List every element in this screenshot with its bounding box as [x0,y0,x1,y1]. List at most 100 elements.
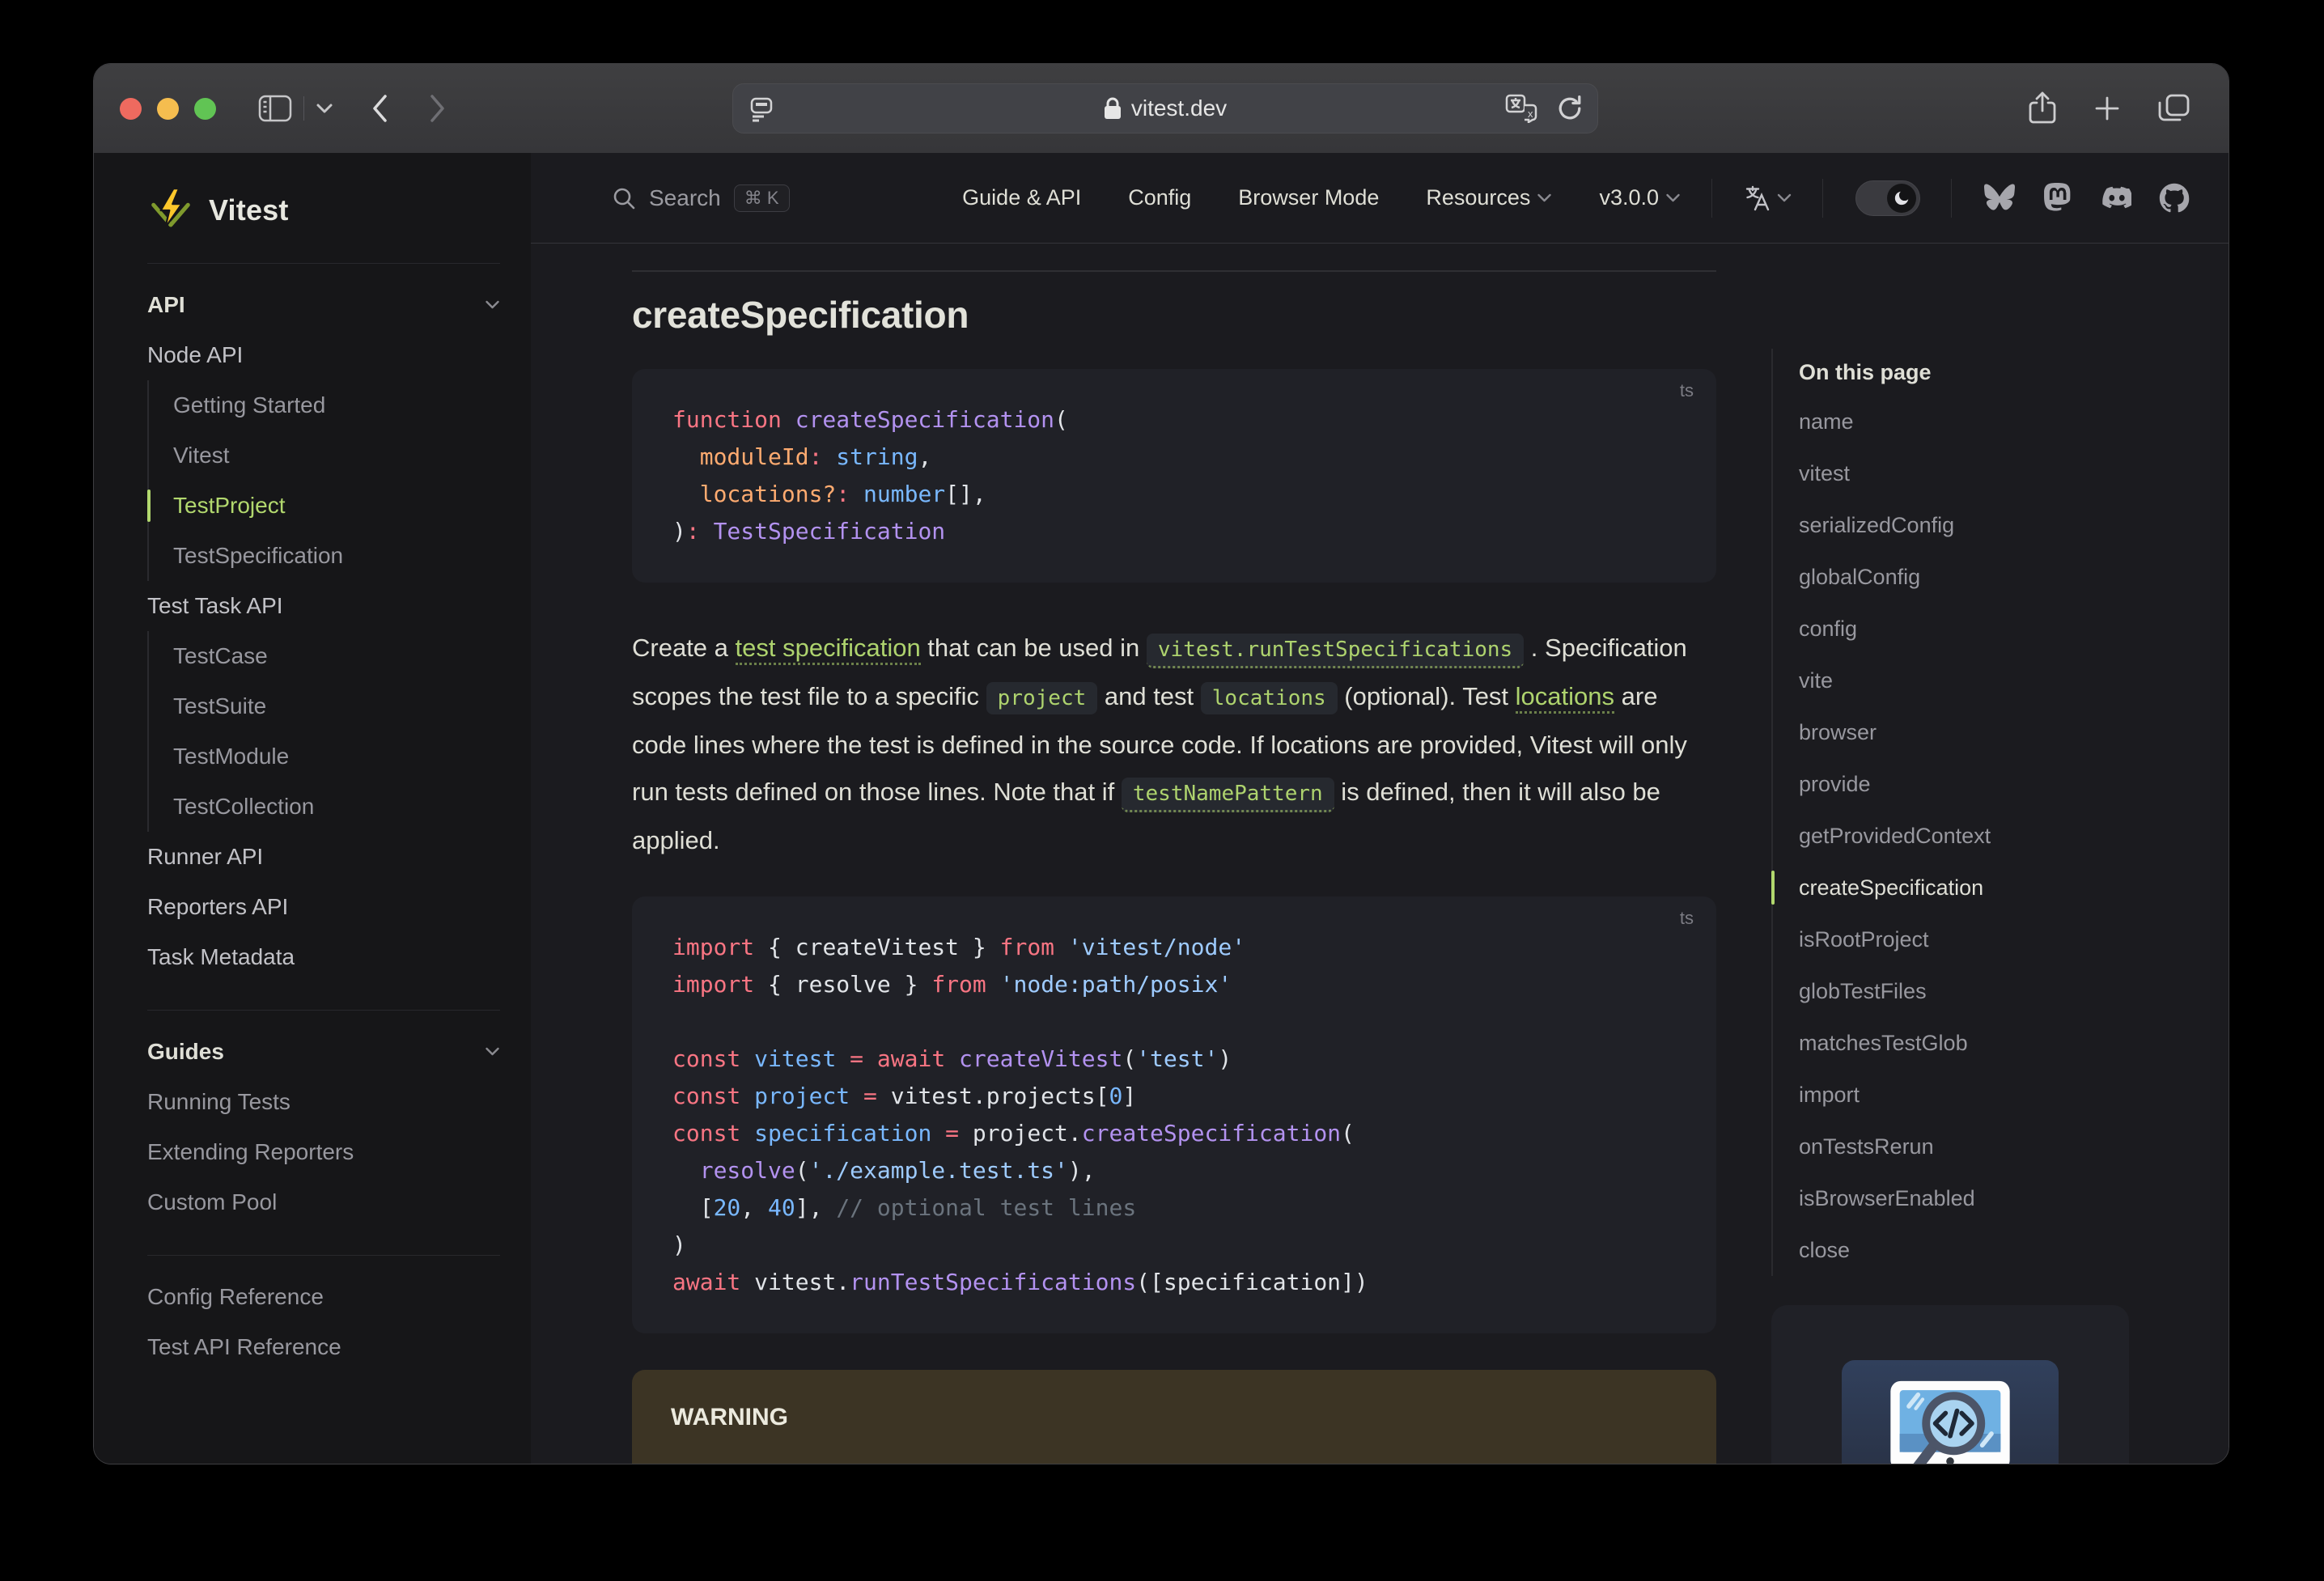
toc-item-globalconfig[interactable]: globalConfig [1799,551,2180,603]
search-label: Search [649,184,721,210]
toc-item-vitest[interactable]: vitest [1799,447,2180,499]
inline-link[interactable]: test specification [735,634,921,665]
toc-item-browser[interactable]: browser [1799,706,2180,758]
theme-toggle[interactable] [1855,180,1920,216]
toc-item-name[interactable]: name [1799,396,2180,447]
sidebar-item-custom-pool[interactable]: Custom Pool [147,1177,500,1227]
toc-item-globtestfiles[interactable]: globTestFiles [1799,965,2180,1017]
code-lang-badge: ts [1679,380,1694,401]
new-tab-icon[interactable] [2093,94,2122,123]
chevron-down-icon [486,1047,499,1056]
sidebar-divider [147,1010,500,1011]
social-links [1984,182,2190,214]
translate-icon[interactable]: x [1505,94,1537,123]
search-icon [613,188,635,209]
nav-item-v3-0-0[interactable]: v3.0.0 [1599,185,1681,210]
sidebar-item-task-metadata[interactable]: Task Metadata [147,932,500,982]
description-paragraph: Create a test specification that can be … [632,634,1687,854]
sidebar-item-testspecification[interactable]: TestSpecification [173,531,500,581]
lock-icon [1104,97,1121,119]
toc-item-serializedconfig[interactable]: serializedConfig [1799,499,2180,551]
sidebar-item-guides[interactable]: Guides [147,1027,500,1077]
address-bar[interactable]: vitest.dev x [732,83,1598,134]
toc-item-ontestsrerun[interactable]: onTestsRerun [1799,1121,2180,1172]
discord-icon[interactable] [2101,183,2131,214]
sidebar-item-api[interactable]: API [147,280,500,330]
search-button[interactable]: Search ⌘ K [612,184,790,212]
toc-item-close[interactable]: close [1799,1224,2180,1276]
sidebar-item-testcollection[interactable]: TestCollection [173,782,500,832]
sidebar-item-reporters-api[interactable]: Reporters API [147,882,500,932]
tab-overview-icon[interactable] [2157,93,2191,124]
language-switcher[interactable] [1743,184,1792,212]
sidebar-item-vitest[interactable]: Vitest [173,430,500,481]
code-pre: function createSpecification( moduleId: … [672,406,1068,545]
back-button[interactable] [371,94,388,123]
sidebar-item-testcase[interactable]: TestCase [173,631,500,681]
chevron-down-icon [1666,193,1680,201]
toc-item-getprovidedcontext[interactable]: getProvidedContext [1799,810,2180,862]
vitest-brand[interactable]: Vitest [147,185,500,235]
translate-a-icon [1745,185,1770,210]
minimize-window-button[interactable] [157,97,179,120]
toc-item-matchestestglob[interactable]: matchesTestGlob [1799,1017,2180,1069]
sidebar-item-runner-api[interactable]: Runner API [147,832,500,882]
toc-item-provide[interactable]: provide [1799,758,2180,810]
sidebar-item-config-reference[interactable]: Config Reference [147,1272,500,1322]
chevron-down-icon [1777,193,1792,201]
toc-item-createspecification[interactable]: createSpecification [1771,862,2180,913]
toc-item-vite[interactable]: vite [1799,655,2180,706]
sidebar-item-testproject[interactable]: TestProject [147,481,500,531]
nav-divider [1822,178,1823,218]
toc-item-import[interactable]: import [1799,1069,2180,1121]
nav-item-browser-mode[interactable]: Browser Mode [1238,185,1379,210]
inline-link[interactable]: locations [1515,682,1615,714]
inline-link[interactable]: testNamePattern [1121,778,1334,812]
nav-menu: Guide & API Config Browser Mode Resources v3… [915,185,1681,210]
sidebar-item-running-tests[interactable]: Running Tests [147,1077,500,1127]
browser-window: vitest.dev x Vitest API Node API Getting… [93,63,2229,1464]
chevron-down-icon [1537,193,1552,201]
page-settings-icon[interactable] [748,95,775,122]
toolbar-right [2028,91,2191,125]
page-aside: On this page name vitest serializedConfig g… [1771,349,2180,1464]
toc-item-isbrowserenabled[interactable]: isBrowserEnabled [1799,1172,2180,1224]
sidebar-toggle-icon[interactable] [258,95,292,122]
sidebar-item-node-api[interactable]: Node API [147,330,500,380]
inline-link[interactable]: vitest.runTestSpecifications [1146,634,1525,668]
toc-item-isrootproject[interactable]: isRootProject [1799,913,2180,965]
github-icon[interactable] [2159,183,2190,214]
brand-name: Vitest [209,193,289,227]
bluesky-icon[interactable] [1984,183,2015,214]
sidebar-item-test-api-reference[interactable]: Test API Reference [147,1322,500,1372]
toc-title: On this page [1799,359,1932,384]
sidebar-item-testmodule[interactable]: TestModule [173,731,500,782]
zoom-window-button[interactable] [194,97,216,120]
search-shortcut: ⌘ K [733,184,790,212]
toc-item-config[interactable]: config [1799,603,2180,655]
mastodon-icon[interactable] [2042,182,2073,214]
docs-sidebar: Vitest API Node API Getting Started Vitest T… [94,153,531,1464]
forward-button[interactable] [429,94,447,123]
sponsor-card[interactable] [1771,1305,2129,1464]
sidebar-item-testsuite[interactable]: TestSuite [173,681,500,731]
sidebar-item-getting-started[interactable]: Getting Started [173,380,500,430]
toolbar-left [258,94,447,123]
share-icon[interactable] [2028,91,2057,125]
sidebar-item-extending-reporters[interactable]: Extending Reporters [147,1127,500,1177]
code-block-signature: ts function createSpecification( moduleI… [632,369,1716,583]
browser-titlebar: vitest.dev x [94,64,2229,154]
sidebar-nav: API Node API Getting Started Vitest TestProj… [147,280,500,1372]
sidebar-divider [147,263,500,264]
vitest-logo-icon [151,188,190,229]
reload-icon[interactable] [1557,95,1583,122]
inline-code: locations [1200,682,1338,714]
sidebar-item-test-task-api[interactable]: Test Task API [147,581,500,631]
nav-divider [1711,178,1712,218]
nav-item-config[interactable]: Config [1128,185,1191,210]
nav-item-resources[interactable]: Resources [1426,185,1552,210]
sidebar-chevron-icon[interactable] [316,103,333,114]
nav-item-guide-api[interactable]: Guide & API [962,185,1081,210]
close-window-button[interactable] [120,97,142,120]
site-navbar: Search ⌘ K Guide & API Config Browser Mode… [531,153,2229,244]
